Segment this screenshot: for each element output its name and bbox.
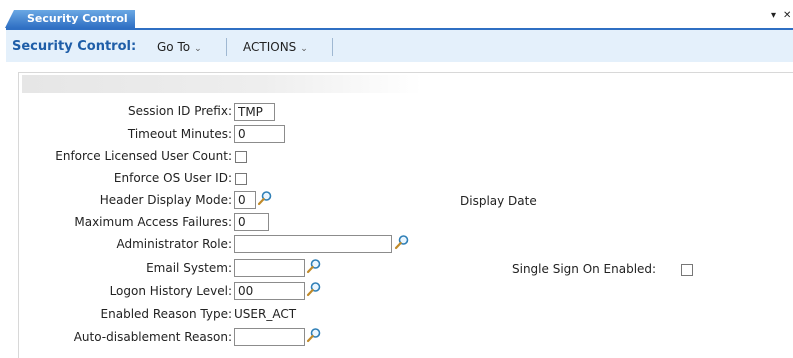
timeout-minutes-input[interactable] <box>234 125 285 143</box>
email-system-label: Email System: <box>146 261 232 275</box>
timeout-minutes-label: Timeout Minutes: <box>127 127 232 141</box>
magnifier-icon[interactable] <box>257 190 273 206</box>
panel-header-bar <box>22 75 422 93</box>
enabled-reason-type-value: USER_ACT <box>234 307 297 321</box>
actions-menu[interactable]: ACTIONS ⌄ <box>243 40 308 54</box>
maximum-access-failures-label: Maximum Access Failures: <box>74 215 232 229</box>
email-system-input[interactable] <box>234 259 305 277</box>
magnifier-icon[interactable] <box>306 281 322 297</box>
administrator-role-input[interactable] <box>234 235 392 253</box>
auto-disablement-reason-input[interactable] <box>234 328 305 346</box>
chevron-down-icon: ⌄ <box>194 44 202 54</box>
logon-history-level-input[interactable] <box>234 282 305 300</box>
administrator-role-label: Administrator Role: <box>116 237 232 251</box>
toolbar-separator <box>332 38 333 56</box>
logon-history-level-label: Logon History Level: <box>109 284 232 298</box>
display-date-label: Display Date <box>460 194 537 208</box>
magnifier-icon[interactable] <box>306 258 322 274</box>
header-display-mode-input[interactable] <box>234 191 256 209</box>
header-display-mode-label: Header Display Mode: <box>99 193 232 207</box>
single-sign-on-enabled-label: Single Sign On Enabled: <box>512 262 657 276</box>
enforce-licensed-user-count-label: Enforce Licensed User Count: <box>55 149 232 163</box>
single-sign-on-enabled-checkbox[interactable] <box>681 264 693 276</box>
tab-label: Security Control <box>27 12 128 25</box>
goto-menu[interactable]: Go To ⌄ <box>157 40 202 54</box>
tab-strip: Security Control ▾ ✕ <box>0 0 793 28</box>
magnifier-icon[interactable] <box>306 327 322 343</box>
magnifier-icon[interactable] <box>394 234 410 250</box>
session-id-prefix-label: Session ID Prefix: <box>128 104 232 118</box>
chevron-down-icon: ⌄ <box>300 44 308 54</box>
toolbar-title: Security Control: <box>12 39 137 54</box>
maximum-access-failures-input[interactable] <box>234 213 269 231</box>
enabled-reason-type-label: Enabled Reason Type: <box>100 307 232 321</box>
toolbar-separator <box>226 38 227 56</box>
toolbar: Security Control: Go To ⌄ ACTIONS ⌄ <box>6 28 793 62</box>
auto-disablement-reason-label: Auto-disablement Reason: <box>73 330 232 344</box>
dropdown-icon[interactable]: ▾ <box>771 10 776 21</box>
actions-menu-label: ACTIONS <box>243 40 297 54</box>
close-icon[interactable]: ✕ <box>783 10 791 21</box>
enforce-os-user-id-label: Enforce OS User ID: <box>113 171 232 185</box>
enforce-os-user-id-checkbox[interactable] <box>235 173 247 185</box>
tab-security-control[interactable]: Security Control <box>5 10 135 28</box>
session-id-prefix-input[interactable] <box>234 103 275 121</box>
goto-menu-label: Go To <box>157 40 191 54</box>
enforce-licensed-user-count-checkbox[interactable] <box>235 151 247 163</box>
